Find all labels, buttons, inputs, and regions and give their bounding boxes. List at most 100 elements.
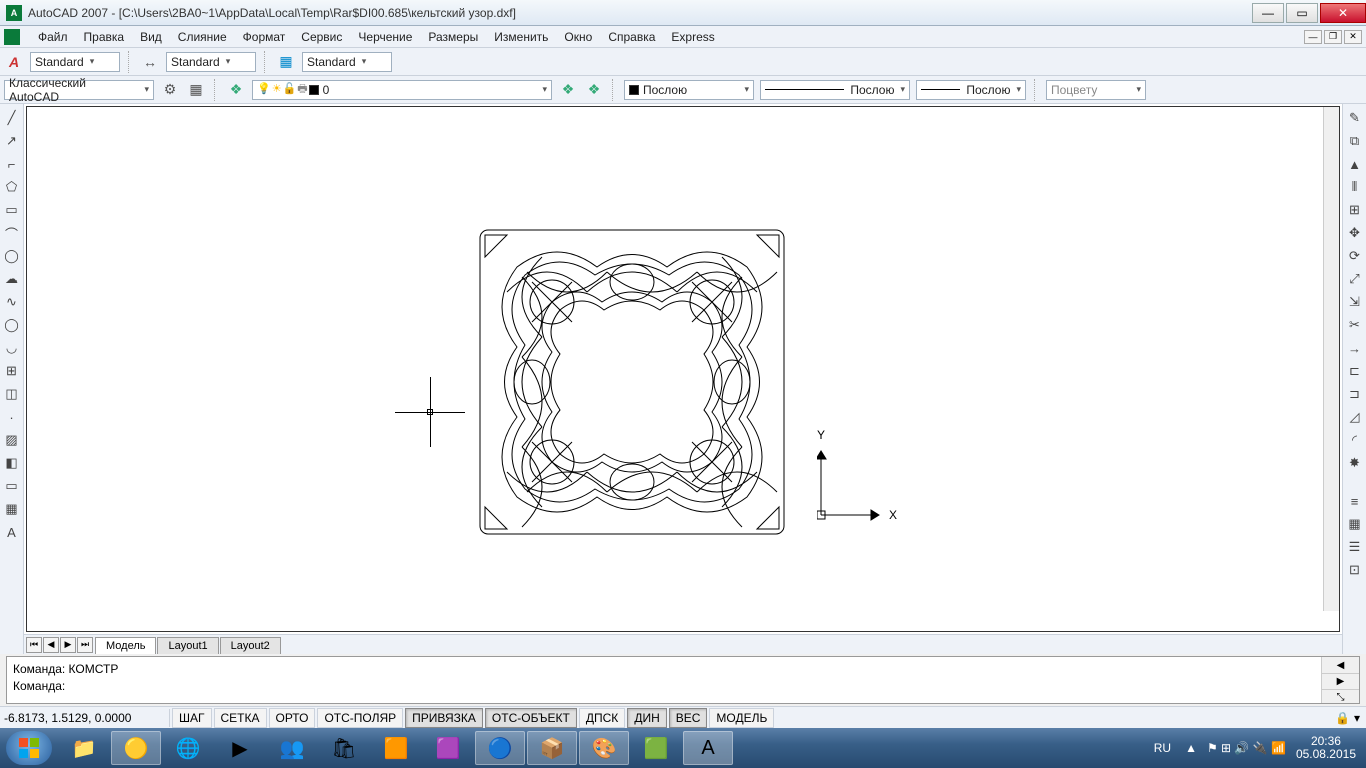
command-line[interactable]: Команда: КОМСТР Команда: ◀▶⤡ xyxy=(6,656,1360,704)
tab-layout2[interactable]: Layout2 xyxy=(220,637,281,654)
tablestyle-icon[interactable]: ▦ xyxy=(276,52,296,72)
rotate-icon[interactable]: ⟳ xyxy=(1345,246,1365,266)
plotstyle-combo[interactable]: Поцвету▾ xyxy=(1046,80,1146,100)
workspace-lock-icon[interactable]: ▦ xyxy=(186,80,206,100)
task-chrome[interactable]: 🟡 xyxy=(111,731,161,765)
extend-icon[interactable]: → xyxy=(1345,338,1365,358)
fillet-icon[interactable]: ◜ xyxy=(1345,430,1365,450)
workspace-combo[interactable]: Классический AutoCAD▾ xyxy=(4,80,154,100)
layer-states-icon[interactable]: ❖ xyxy=(584,80,604,100)
chamfer-icon[interactable]: ◿ xyxy=(1345,407,1365,427)
list-icon[interactable]: ☰ xyxy=(1345,537,1365,557)
status-toggle-отс-поляр[interactable]: ОТС-ПОЛЯР xyxy=(317,708,403,728)
insert-block-icon[interactable]: ⊞ xyxy=(2,361,22,381)
hatch-icon[interactable]: ▨ xyxy=(2,430,22,450)
menu-dimension[interactable]: Размеры xyxy=(420,28,486,46)
tablestyle-combo[interactable]: Standard▾ xyxy=(302,52,392,72)
tab-next-button[interactable]: ▶ xyxy=(60,637,76,653)
region-icon[interactable]: ▭ xyxy=(2,476,22,496)
xline-icon[interactable]: ↗ xyxy=(2,131,22,151)
comm-icon[interactable]: 🔒 xyxy=(1335,711,1350,725)
mirror-icon[interactable]: ▲ xyxy=(1345,154,1365,174)
copy-icon[interactable]: ⧉ xyxy=(1345,131,1365,151)
drawing-canvas[interactable]: X Y xyxy=(26,106,1340,632)
menu-edit[interactable]: Правка xyxy=(76,28,133,46)
trim-icon[interactable]: ✂ xyxy=(1345,315,1365,335)
task-ie[interactable]: 🌐 xyxy=(163,731,213,765)
tab-first-button[interactable]: ⏮ xyxy=(26,637,42,653)
lang-indicator[interactable]: RU xyxy=(1150,739,1175,757)
arc-icon[interactable]: ⌒ xyxy=(2,223,22,243)
task-app1[interactable]: 🟧 xyxy=(371,731,421,765)
menu-draw[interactable]: Черчение xyxy=(350,28,420,46)
textstyle-combo[interactable]: Standard▾ xyxy=(30,52,120,72)
mdi-min-button[interactable]: — xyxy=(1304,30,1322,44)
mtext-icon[interactable]: A xyxy=(2,522,22,542)
layer-combo[interactable]: 💡☀🔓🖶 0▾ xyxy=(252,80,552,100)
make-block-icon[interactable]: ◫ xyxy=(2,384,22,404)
circle-icon[interactable]: ◯ xyxy=(2,246,22,266)
menu-help[interactable]: Справка xyxy=(600,28,663,46)
revcloud-icon[interactable]: ☁ xyxy=(2,269,22,289)
layers-icon[interactable]: ❖ xyxy=(226,80,246,100)
array-icon[interactable]: ⊞ xyxy=(1345,200,1365,220)
color-combo[interactable]: Послою▾ xyxy=(624,80,754,100)
workspace-settings-icon[interactable]: ⚙ xyxy=(160,80,180,100)
menu-modify[interactable]: Изменить xyxy=(486,28,556,46)
menu-format[interactable]: Формат xyxy=(235,28,294,46)
task-skype[interactable]: 🔵 xyxy=(475,731,525,765)
dist-icon[interactable]: ≡ xyxy=(1345,491,1365,511)
task-app2[interactable]: 🟪 xyxy=(423,731,473,765)
explode-icon[interactable]: ✸ xyxy=(1345,453,1365,473)
scale-icon[interactable]: ⤢ xyxy=(1345,269,1365,289)
coordinates[interactable]: -6.8173, 1.5129, 0.0000 xyxy=(0,709,170,727)
rectangle-icon[interactable]: ▭ xyxy=(2,200,22,220)
canvas-vscrollbar[interactable] xyxy=(1323,107,1339,611)
close-button[interactable]: ✕ xyxy=(1320,3,1366,23)
tab-prev-button[interactable]: ◀ xyxy=(43,637,59,653)
task-store[interactable]: 🛍 xyxy=(319,731,369,765)
menu-insert[interactable]: Слияние xyxy=(170,28,235,46)
status-toggle-модель[interactable]: МОДЕЛЬ xyxy=(709,708,774,728)
status-toggle-сетка[interactable]: СЕТКА xyxy=(214,708,267,728)
status-toggle-шаг[interactable]: ШАГ xyxy=(172,708,212,728)
minimize-button[interactable]: — xyxy=(1252,3,1284,23)
polyline-icon[interactable]: ⌐ xyxy=(2,154,22,174)
spline-icon[interactable]: ∿ xyxy=(2,292,22,312)
tray-icons[interactable]: ⚑ ⊞ 🔊 🔌 📶 xyxy=(1207,741,1286,755)
move-icon[interactable]: ✥ xyxy=(1345,223,1365,243)
command-scroll[interactable]: ◀▶⤡ xyxy=(1321,657,1359,703)
stretch-icon[interactable]: ⇲ xyxy=(1345,292,1365,312)
menu-tools[interactable]: Сервис xyxy=(293,28,350,46)
offset-icon[interactable]: ⫴ xyxy=(1345,177,1365,197)
line-icon[interactable]: ╱ xyxy=(2,108,22,128)
status-toggle-привязка[interactable]: ПРИВЯЗКА xyxy=(405,708,483,728)
area-icon[interactable]: ▦ xyxy=(1345,514,1365,534)
mdi-restore-button[interactable]: ❐ xyxy=(1324,30,1342,44)
lineweight-combo[interactable]: Послою▾ xyxy=(916,80,1026,100)
status-toggle-вес[interactable]: ВЕС xyxy=(669,708,708,728)
status-toggle-дин[interactable]: ДИН xyxy=(627,708,666,728)
dimstyle-combo[interactable]: Standard▾ xyxy=(166,52,256,72)
tab-layout1[interactable]: Layout1 xyxy=(157,637,218,654)
table-icon[interactable]: ▦ xyxy=(2,499,22,519)
layer-prev-icon[interactable]: ❖ xyxy=(558,80,578,100)
menu-file[interactable]: Файл xyxy=(30,28,76,46)
maximize-button[interactable]: ▭ xyxy=(1286,3,1318,23)
task-winrar[interactable]: 📦 xyxy=(527,731,577,765)
dimstyle-icon[interactable]: ↔ xyxy=(140,52,160,72)
textstyle-icon[interactable]: A xyxy=(4,52,24,72)
point-icon[interactable]: · xyxy=(2,407,22,427)
ellipse-icon[interactable]: ◯ xyxy=(2,315,22,335)
menu-window[interactable]: Окно xyxy=(556,28,600,46)
menu-express[interactable]: Express xyxy=(663,28,722,46)
task-msn[interactable]: 👥 xyxy=(267,731,317,765)
tray-settings-icon[interactable]: ▾ xyxy=(1354,711,1360,725)
id-icon[interactable]: ⊡ xyxy=(1345,560,1365,580)
start-button[interactable] xyxy=(6,731,52,765)
menu-view[interactable]: Вид xyxy=(132,28,170,46)
task-wmp[interactable]: ▶ xyxy=(215,731,265,765)
erase-icon[interactable]: ✎ xyxy=(1345,108,1365,128)
status-toggle-отс-объект[interactable]: ОТС-ОБЪЕКТ xyxy=(485,708,577,728)
polygon-icon[interactable]: ⬠ xyxy=(2,177,22,197)
